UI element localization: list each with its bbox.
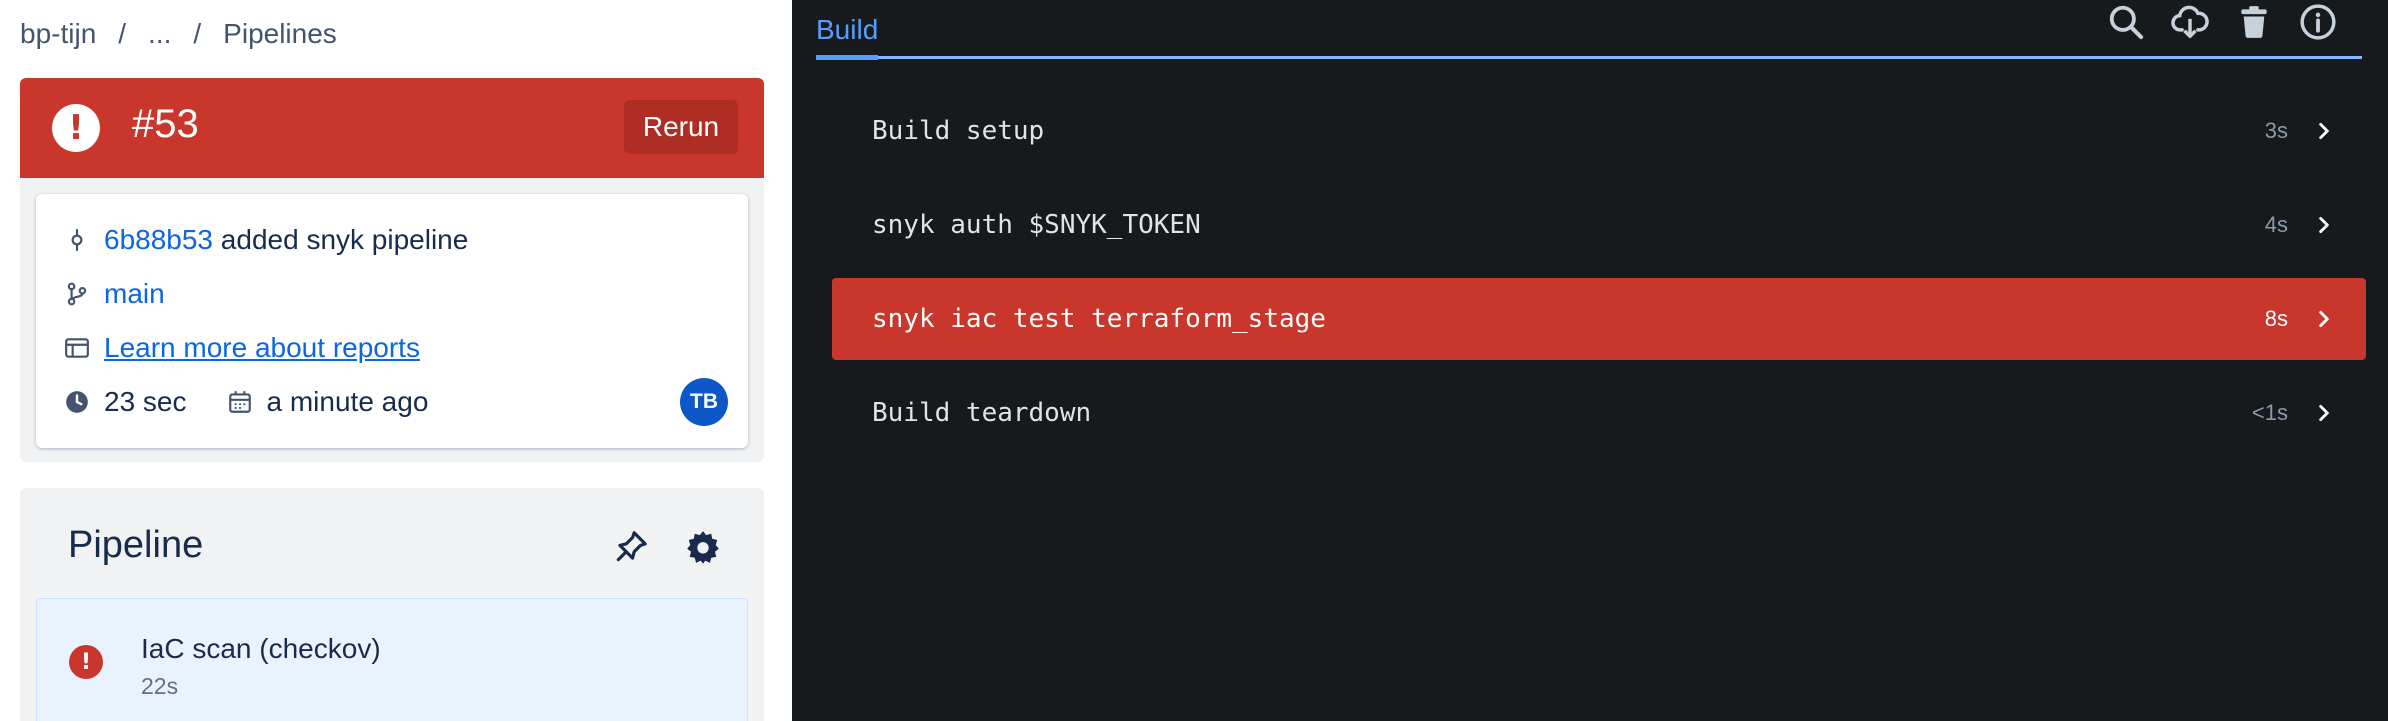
pipeline-step-card[interactable]: ! IaC scan (checkov) 22s <box>36 598 748 721</box>
breadcrumb-pipelines[interactable]: Pipelines <box>223 18 337 50</box>
log-command-row[interactable]: Build teardown <1s <box>832 372 2366 454</box>
error-icon: ! <box>52 104 100 152</box>
learn-more-reports-link[interactable]: Learn more about reports <box>104 332 420 364</box>
chevron-right-icon <box>2312 213 2336 237</box>
step-error-icon: ! <box>69 645 103 679</box>
breadcrumb-ellipsis[interactable]: ... <box>148 18 171 50</box>
command-label: Build teardown <box>872 398 1092 428</box>
pin-icon[interactable] <box>610 526 652 568</box>
build-details-section: 6b88b53 added snyk pipeline main Learn m… <box>20 178 764 462</box>
chevron-right-icon <box>2312 307 2336 331</box>
timing-row: 23 sec a minute ago <box>62 386 428 418</box>
clock-icon <box>62 387 92 417</box>
build-status-header: ! #53 Rerun <box>20 78 764 178</box>
build-summary-panel: bp-tijn / ... / Pipelines ! #53 Rerun 6b… <box>0 0 792 721</box>
build-number: #53 <box>132 102 199 146</box>
gear-icon[interactable] <box>682 526 724 568</box>
command-label: snyk iac test terraform_stage <box>872 304 1326 334</box>
info-icon[interactable] <box>2296 0 2340 44</box>
reports-row: Learn more about reports <box>62 332 420 364</box>
command-duration: 4s <box>2264 212 2288 237</box>
branch-row: main <box>62 278 165 310</box>
pipeline-section: Pipeline ! IaC scan (checkov) 22s <box>20 488 764 721</box>
log-command-row-failed[interactable]: snyk iac test terraform_stage 8s <box>832 278 2366 360</box>
chevron-right-icon <box>2312 401 2336 425</box>
build-log-panel: Build Build setup 3s snyk auth $SNYK_TOK… <box>792 0 2388 721</box>
calendar-icon <box>225 387 255 417</box>
build-duration: 23 sec <box>104 386 187 417</box>
step-duration: 22s <box>141 673 179 699</box>
branch-link[interactable]: main <box>104 278 165 310</box>
command-label: snyk auth $SNYK_TOKEN <box>872 210 1201 240</box>
branch-icon <box>62 279 92 309</box>
tab-build[interactable]: Build <box>816 14 878 46</box>
command-duration: <1s <box>2251 400 2288 425</box>
tab-divider <box>816 56 2362 59</box>
commit-icon <box>62 225 92 255</box>
breadcrumb: bp-tijn / ... / Pipelines <box>20 18 337 50</box>
search-icon[interactable] <box>2104 0 2148 44</box>
breadcrumb-separator: / <box>118 18 127 49</box>
step-name: IaC scan (checkov) <box>141 633 381 664</box>
command-duration: 3s <box>2264 118 2288 143</box>
commit-hash-link[interactable]: 6b88b53 <box>104 224 213 256</box>
breadcrumb-separator: / <box>193 18 202 49</box>
log-command-row[interactable]: Build setup 3s <box>832 90 2366 172</box>
tab-active-indicator <box>816 55 878 60</box>
rerun-button[interactable]: Rerun <box>624 100 738 154</box>
chevron-right-icon <box>2312 119 2336 143</box>
avatar[interactable]: TB <box>680 378 728 426</box>
report-icon <box>62 333 92 363</box>
commit-row: 6b88b53 added snyk pipeline <box>62 224 468 256</box>
build-details-card: 6b88b53 added snyk pipeline main Learn m… <box>36 194 748 448</box>
pipeline-title: Pipeline <box>68 524 204 566</box>
command-duration: 8s <box>2264 306 2288 331</box>
breadcrumb-workspace[interactable]: bp-tijn <box>20 18 96 50</box>
commit-message: added snyk pipeline <box>220 224 469 255</box>
log-command-row[interactable]: snyk auth $SNYK_TOKEN 4s <box>832 184 2366 266</box>
download-icon[interactable] <box>2168 0 2212 44</box>
build-started-time: a minute ago <box>266 386 429 417</box>
trash-icon[interactable] <box>2232 0 2276 44</box>
command-label: Build setup <box>872 116 1045 146</box>
